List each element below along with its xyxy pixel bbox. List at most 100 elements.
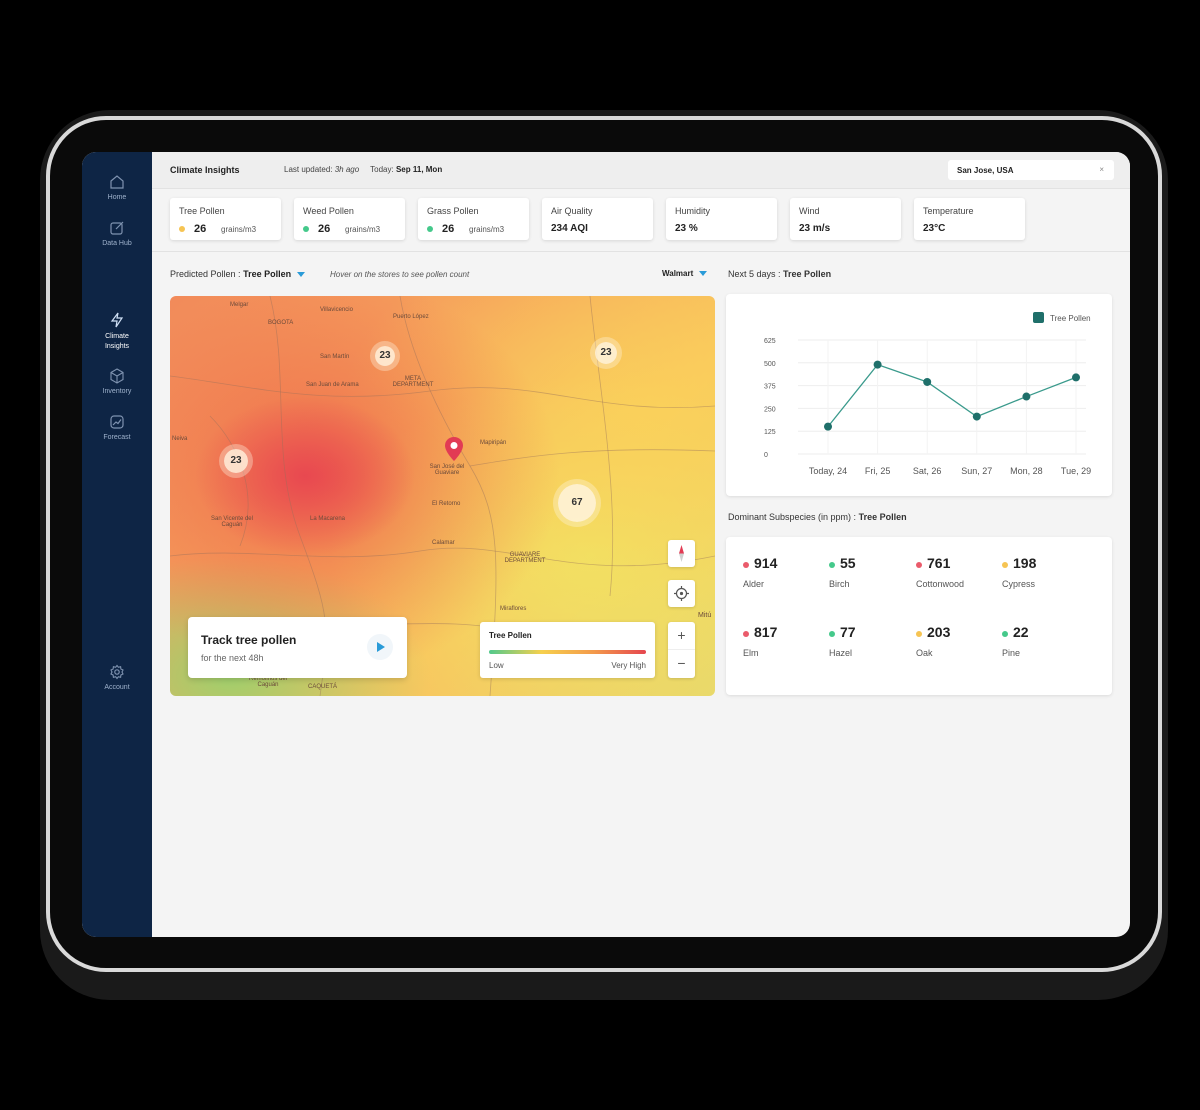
y-tick-label: 250: [764, 406, 776, 413]
status-dot: [829, 562, 835, 568]
play-button[interactable]: [367, 634, 393, 660]
nav-climate-insights-label: Climate Insights: [104, 333, 130, 350]
metric-humidity: Humidity 23 %: [666, 198, 777, 240]
y-tick-label: 375: [764, 384, 776, 391]
nav-account-label: Account: [104, 684, 130, 691]
home-icon: [110, 175, 124, 189]
forecast-value: Tree Pollen: [783, 269, 832, 279]
status-dot: [829, 631, 835, 637]
track-pollen-card[interactable]: Track tree pollen for the next 48h: [188, 617, 407, 678]
store-cluster[interactable]: 23: [224, 449, 248, 473]
map-place-label: Mitú: [698, 612, 712, 619]
locate-button[interactable]: [668, 580, 695, 607]
nav-data-hub-label: Data Hub: [102, 240, 132, 247]
metric-label: Weed Pollen: [303, 206, 354, 216]
legend-title: Tree Pollen: [489, 631, 532, 640]
map-place-label: Melgar: [230, 302, 249, 308]
metric-value: 234 AQI: [551, 223, 588, 234]
y-tick-label: 125: [764, 429, 776, 436]
pollen-selector-label: Predicted Pollen :: [170, 269, 241, 279]
metric-weed-pollen: Weed Pollen 26 grains/m3: [294, 198, 405, 240]
app-screen: Home Data Hub Climate Insights Inventory…: [82, 152, 1130, 937]
forecast-chart-card: 0 125 250 375 500 625 Today, 24 Fri, 25 Sat, 26 S…: [726, 294, 1112, 496]
subspecies-count: 914: [754, 555, 778, 571]
status-dot: [916, 562, 922, 568]
store-dropdown[interactable]: Walmart: [662, 269, 708, 278]
nav-climate-insights[interactable]: Climate Insights: [82, 312, 152, 352]
map-place-label: Calamar: [432, 540, 455, 546]
x-tick-label: Sat, 26: [913, 466, 942, 476]
x-tick-label: Today, 24: [809, 466, 847, 476]
metric-label: Air Quality: [551, 206, 593, 216]
data-hub-icon: [110, 221, 124, 235]
status-dot: [916, 631, 922, 637]
nav-home[interactable]: Home: [82, 174, 152, 201]
lightning-icon: [110, 312, 124, 328]
store-cluster[interactable]: 23: [375, 346, 395, 366]
map-place-label: San Vicente del Caguán: [211, 516, 253, 528]
metric-unit: grains/m3: [469, 225, 505, 234]
map-pin-icon[interactable]: [444, 436, 464, 462]
map-place-label: La Macarena: [310, 516, 346, 522]
map-place-label: META DEPARTMENT: [392, 376, 434, 388]
metric-temperature: Temperature 23°C: [914, 198, 1025, 240]
metric-value: 26: [194, 223, 207, 235]
store-cluster[interactable]: 23: [595, 342, 617, 364]
data-point: [824, 422, 832, 431]
clear-location-icon[interactable]: ×: [1099, 165, 1104, 174]
zoom-in-button[interactable]: +: [668, 622, 695, 650]
x-tick-label: Mon, 28: [1010, 466, 1043, 476]
map-place-label: Mapiripán: [480, 440, 507, 446]
metric-wind: Wind 23 m/s: [790, 198, 901, 240]
subspecies-name: Elm: [743, 648, 759, 658]
compass-button[interactable]: [668, 540, 695, 567]
nav-home-label: Home: [107, 194, 127, 201]
x-tick-label: Tue, 29: [1061, 466, 1091, 476]
subspecies-count: 817: [754, 624, 778, 640]
nav-forecast[interactable]: Forecast: [82, 414, 152, 441]
store-cluster[interactable]: 67: [558, 484, 596, 522]
subspecies-count: 203: [927, 624, 951, 640]
page-title: Climate Insights: [170, 165, 240, 175]
nav-inventory-label: Inventory: [102, 388, 132, 395]
zoom-out-button[interactable]: −: [668, 650, 695, 677]
last-updated-label: Last updated:: [284, 165, 333, 174]
map-place-label: CAQUETÁ: [308, 684, 338, 690]
map-place-label: Miraflores: [500, 606, 527, 612]
sidebar: Home Data Hub Climate Insights Inventory…: [82, 152, 152, 937]
status-dot: [1002, 631, 1008, 637]
map-place-label: San José del Guaviare: [429, 464, 465, 476]
nav-inventory[interactable]: Inventory: [82, 368, 152, 395]
nav-account[interactable]: Account: [82, 664, 152, 691]
pollen-type-dropdown[interactable]: Tree Pollen: [243, 269, 291, 279]
y-tick-label: 0: [764, 452, 768, 459]
metric-value: 23 m/s: [799, 223, 831, 234]
legend-low: Low: [489, 661, 504, 670]
chevron-down-icon[interactable]: [297, 272, 306, 278]
hover-hint: Hover on the stores to see pollen count: [330, 270, 470, 279]
track-subtitle: for the next 48h: [201, 653, 264, 663]
map-place-label: Puerto López: [393, 314, 429, 320]
last-updated-value: 3h ago: [334, 165, 360, 174]
legend-high: Very High: [611, 661, 646, 670]
today-value: Sep 11, Mon: [395, 165, 443, 174]
nav-data-hub[interactable]: Data Hub: [82, 220, 152, 247]
box-icon: [110, 368, 124, 384]
metric-value: 26: [318, 223, 331, 235]
location-field[interactable]: San Jose, USA ×: [948, 160, 1114, 180]
data-point: [873, 360, 882, 369]
nav-forecast-label: Forecast: [103, 434, 131, 441]
location-value: San Jose, USA: [957, 166, 1014, 175]
chevron-down-icon[interactable]: [699, 271, 708, 277]
subspecies-count: 198: [1013, 555, 1037, 571]
x-tick-label: Sun, 27: [961, 466, 992, 476]
map-place-label: GUAVIARE DEPARTMENT: [504, 552, 546, 564]
gear-icon: [110, 664, 124, 680]
trend-icon: [110, 415, 124, 429]
compass-icon: [679, 545, 684, 562]
metric-value: 23°C: [923, 223, 946, 234]
divider: [152, 251, 1130, 252]
status-dot: [303, 226, 309, 232]
map-place-label: Villavicencio: [320, 307, 353, 313]
pollen-map[interactable]: BOGOTA Villavicencio Puerto López San Ma…: [170, 296, 715, 696]
